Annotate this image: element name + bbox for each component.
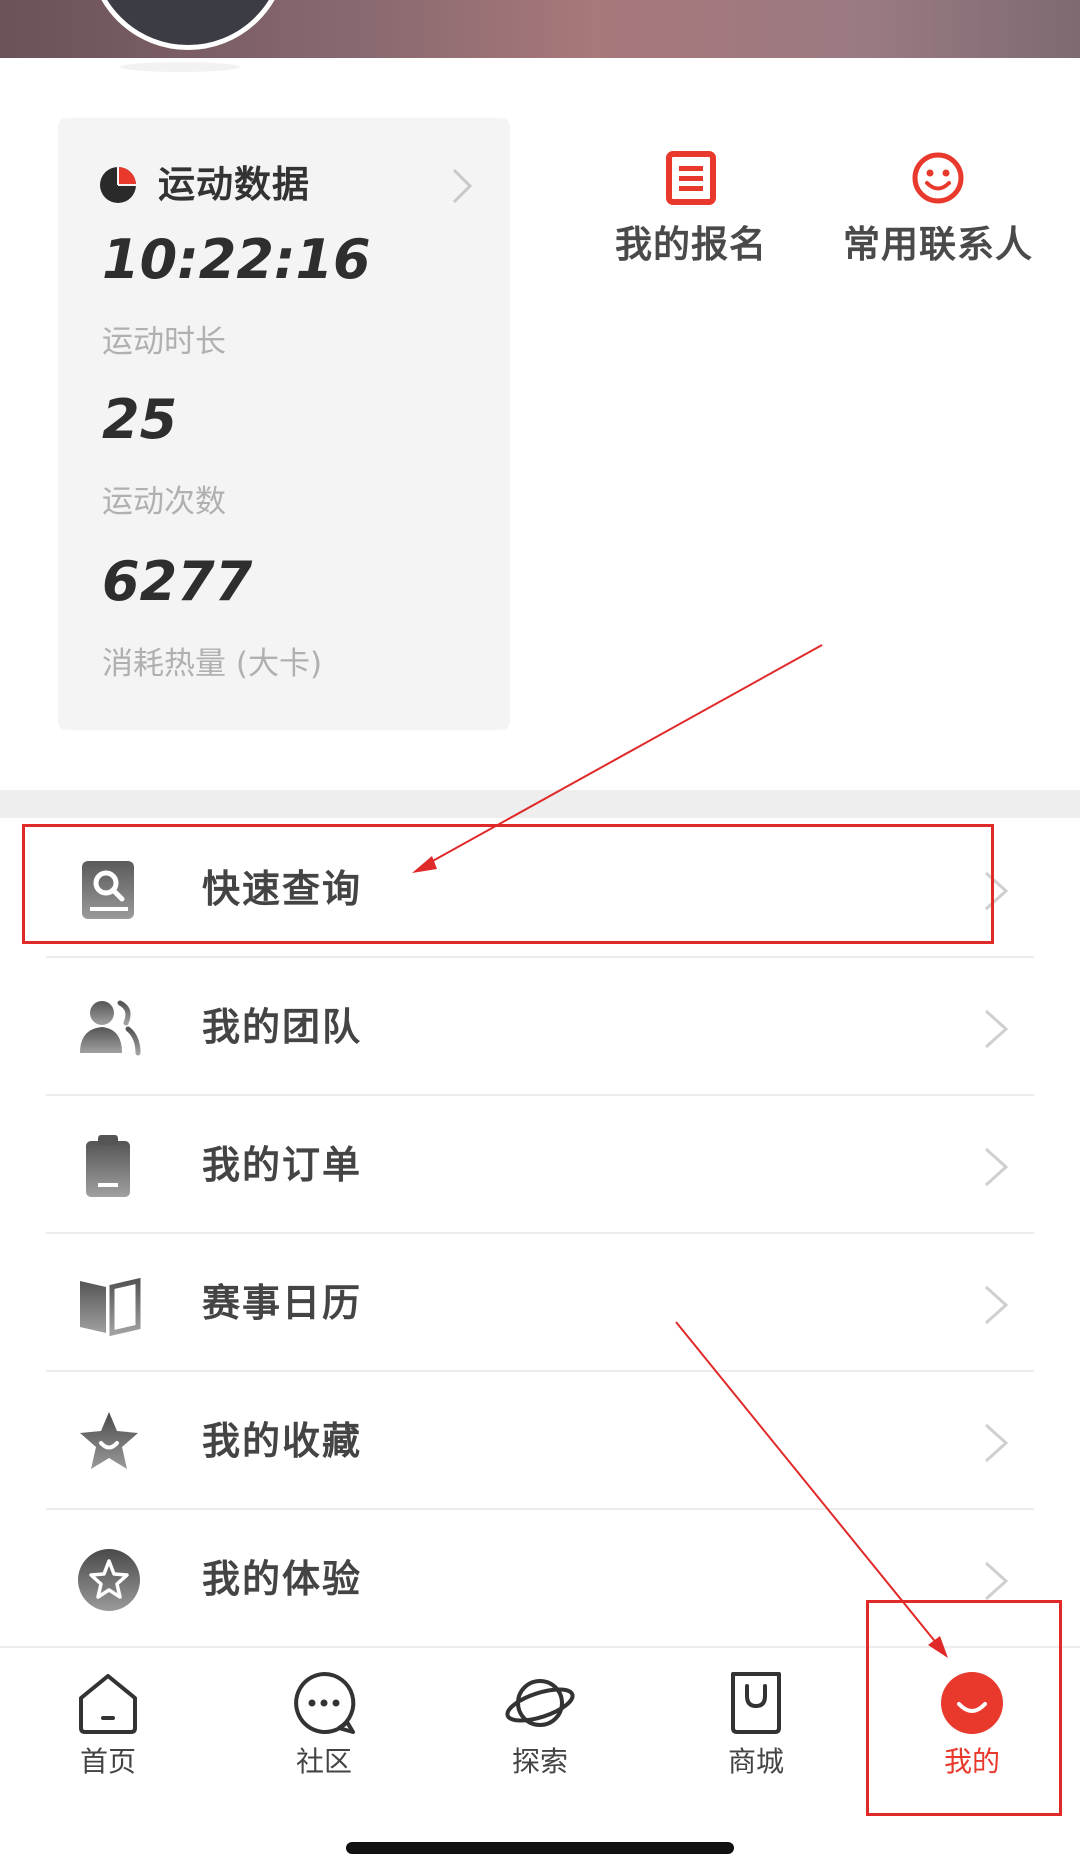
chevron-right-icon bbox=[984, 1423, 1009, 1463]
menu-label: 我的团队 bbox=[202, 1005, 363, 1049]
home-icon bbox=[79, 1674, 137, 1734]
chevron-right-icon bbox=[984, 1009, 1009, 1049]
sports-data-card[interactable]: 运动数据 10:22:16 运动时长 25 运动次数 6277 消耗热量 (大卡… bbox=[58, 118, 510, 730]
calories-label: 消耗热量 (大卡) bbox=[102, 646, 323, 682]
sports-data-title: 运动数据 bbox=[158, 163, 310, 206]
home-indicator bbox=[346, 1842, 734, 1854]
chevron-right-icon bbox=[984, 1561, 1009, 1601]
count-value: 25 bbox=[102, 388, 178, 451]
menu-item-event-calendar[interactable]: 赛事日历 bbox=[0, 1234, 1080, 1372]
section-separator bbox=[0, 790, 1080, 818]
menu-label: 我的收藏 bbox=[202, 1419, 363, 1463]
nav-label: 商城 bbox=[727, 1745, 784, 1778]
menu-item-my-orders[interactable]: 我的订单 bbox=[0, 1096, 1080, 1234]
my-signup-label: 我的报名 bbox=[615, 223, 767, 266]
shopping-bag-icon bbox=[731, 1672, 781, 1734]
menu-item-my-team[interactable]: 我的团队 bbox=[0, 958, 1080, 1096]
pie-chart-icon bbox=[100, 167, 136, 203]
contacts-label: 常用联系人 bbox=[843, 223, 1033, 266]
annotation-highlight-mine-tab bbox=[866, 1600, 1062, 1816]
annotation-highlight-quick-query bbox=[22, 824, 994, 944]
contacts-button[interactable]: 常用联系人 bbox=[838, 150, 1038, 268]
menu-label: 我的订单 bbox=[202, 1143, 363, 1187]
duration-value: 10:22:16 bbox=[102, 228, 371, 291]
sports-data-header[interactable]: 运动数据 bbox=[98, 160, 490, 210]
chat-icon bbox=[294, 1671, 356, 1734]
menu-label: 我的体验 bbox=[202, 1557, 363, 1601]
book-icon bbox=[80, 1277, 141, 1337]
nav-label: 社区 bbox=[295, 1745, 352, 1778]
chevron-right-icon bbox=[452, 168, 473, 204]
nav-home[interactable]: 首页 bbox=[18, 1668, 198, 1780]
calories-value: 6277 bbox=[102, 550, 253, 613]
nav-explore[interactable]: 探索 bbox=[450, 1668, 630, 1780]
chevron-right-icon bbox=[984, 1147, 1009, 1187]
nav-label: 首页 bbox=[79, 1745, 136, 1778]
count-label: 运动次数 bbox=[102, 484, 226, 520]
team-icon bbox=[80, 1000, 141, 1056]
star-icon bbox=[80, 1412, 138, 1469]
nav-label: 探索 bbox=[511, 1745, 568, 1778]
planet-icon bbox=[505, 1679, 575, 1727]
avatar-shadow bbox=[120, 62, 240, 72]
menu-label: 赛事日历 bbox=[202, 1281, 363, 1325]
nav-mall[interactable]: 商城 bbox=[666, 1668, 846, 1780]
star-circle-icon bbox=[78, 1549, 140, 1611]
smile-icon bbox=[912, 152, 964, 204]
clipboard-icon bbox=[86, 1135, 130, 1197]
duration-label: 运动时长 bbox=[102, 324, 226, 360]
nav-community[interactable]: 社区 bbox=[234, 1668, 414, 1780]
signup-list-icon bbox=[666, 151, 716, 205]
chevron-right-icon bbox=[984, 1285, 1009, 1325]
menu-item-my-favorites[interactable]: 我的收藏 bbox=[0, 1372, 1080, 1510]
my-signup-button[interactable]: 我的报名 bbox=[591, 150, 791, 268]
